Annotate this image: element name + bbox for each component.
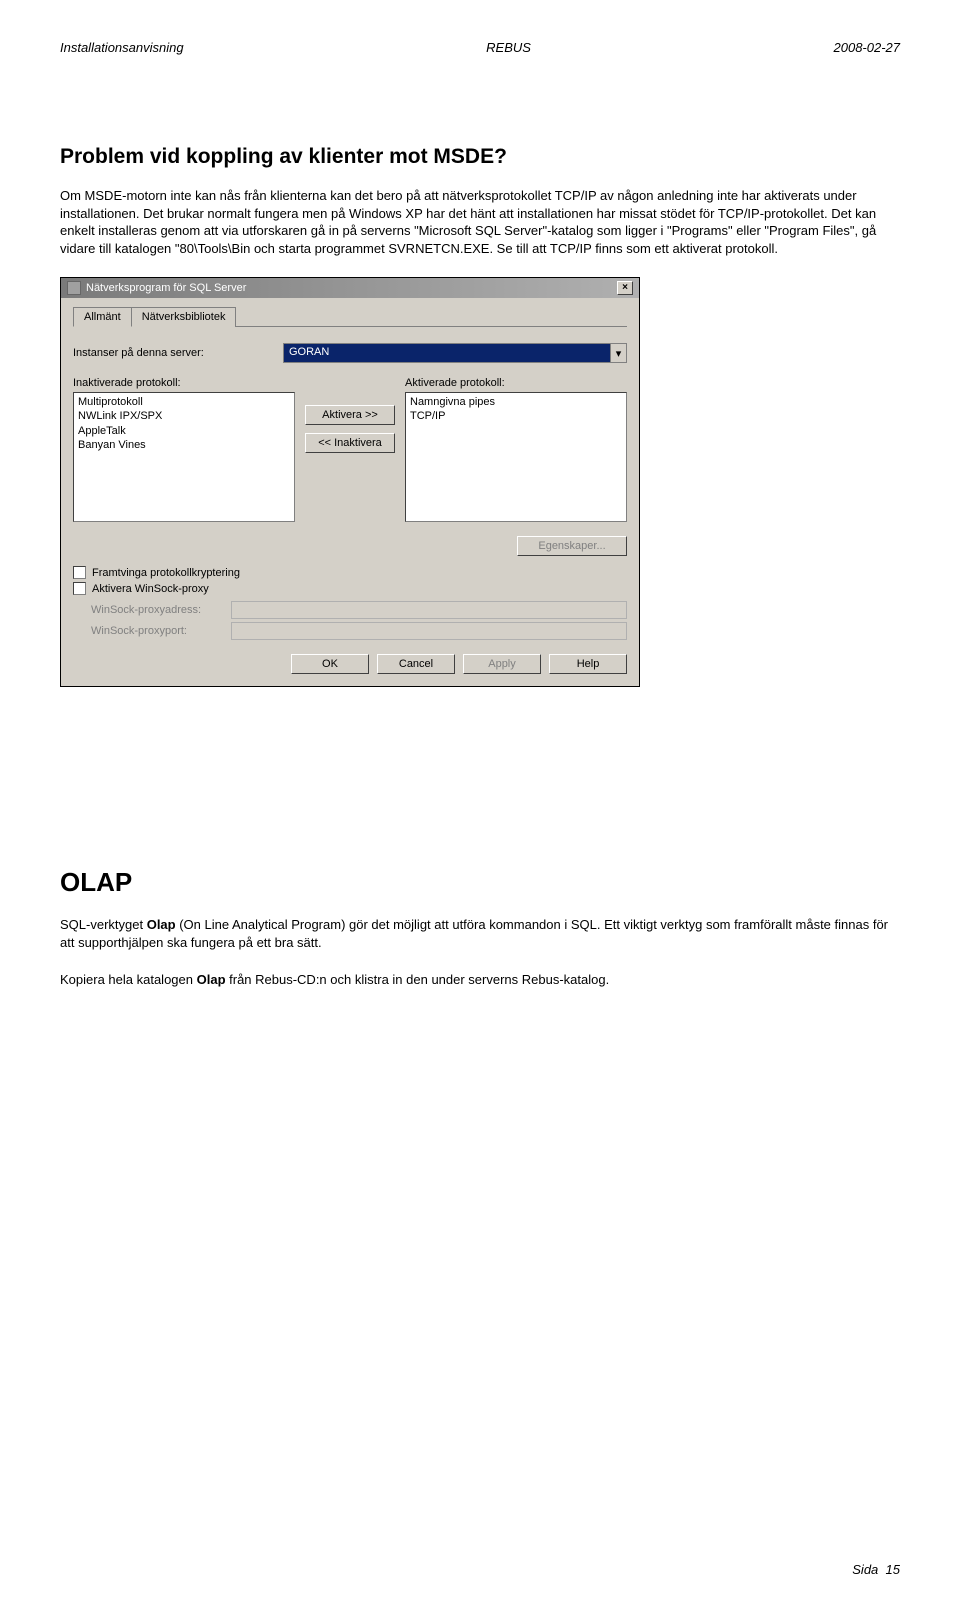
disabled-listbox[interactable]: Multiprotokoll NWLink IPX/SPX AppleTalk … (73, 392, 295, 522)
list-item[interactable]: NWLink IPX/SPX (78, 409, 290, 423)
winsock-proxy-checkbox[interactable] (73, 582, 86, 595)
ok-button[interactable]: OK (291, 654, 369, 674)
winsock-proxy-label: Aktivera WinSock-proxy (92, 583, 209, 595)
proxy-port-input (231, 622, 627, 640)
chevron-down-icon[interactable]: ▾ (610, 344, 626, 362)
page-footer: Sida 15 (852, 1562, 900, 1577)
instance-value: GORAN (284, 344, 610, 362)
enabled-label: Aktiverade protokoll: (405, 377, 627, 389)
enabled-listbox[interactable]: Namngivna pipes TCP/IP (405, 392, 627, 522)
disabled-label: Inaktiverade protokoll: (73, 377, 295, 389)
dialog-title: Nätverksprogram för SQL Server (86, 282, 246, 294)
help-button[interactable]: Help (549, 654, 627, 674)
header-right: 2008-02-27 (834, 40, 901, 55)
instance-dropdown[interactable]: GORAN ▾ (283, 343, 627, 363)
tab-general[interactable]: Allmänt (73, 307, 132, 327)
list-item[interactable]: TCP/IP (410, 409, 622, 423)
tabstrip: Allmänt Nätverksbibliotek (73, 306, 627, 327)
cancel-button[interactable]: Cancel (377, 654, 455, 674)
header-left: Installationsanvisning (60, 40, 184, 55)
properties-button[interactable]: Egenskaper... (517, 536, 627, 556)
proxy-address-label: WinSock-proxyadress: (91, 604, 231, 616)
list-item[interactable]: AppleTalk (78, 424, 290, 438)
activate-button[interactable]: Aktivera >> (305, 405, 395, 425)
header-center: REBUS (486, 40, 531, 55)
list-item[interactable]: Namngivna pipes (410, 395, 622, 409)
section2-body1: SQL-verktyget Olap (On Line Analytical P… (60, 916, 900, 951)
force-encryption-checkbox[interactable] (73, 566, 86, 579)
page-header: Installationsanvisning REBUS 2008-02-27 (60, 40, 900, 55)
tab-library[interactable]: Nätverksbibliotek (131, 307, 237, 327)
proxy-port-label: WinSock-proxyport: (91, 625, 231, 637)
force-encryption-label: Framtvinga protokollkryptering (92, 567, 240, 579)
list-item[interactable]: Multiprotokoll (78, 395, 290, 409)
sql-network-dialog: Nätverksprogram för SQL Server × Allmänt… (60, 277, 640, 687)
section1-body: Om MSDE-motorn inte kan nås från kliente… (60, 187, 900, 257)
dialog-titlebar: Nätverksprogram för SQL Server × (61, 278, 639, 298)
app-icon (67, 281, 81, 295)
list-item[interactable]: Banyan Vines (78, 438, 290, 452)
apply-button[interactable]: Apply (463, 654, 541, 674)
section2-title: OLAP (60, 867, 900, 898)
instance-label: Instanser på denna server: (73, 347, 283, 359)
close-button[interactable]: × (617, 281, 633, 295)
proxy-address-input (231, 601, 627, 619)
section2-body2: Kopiera hela katalogen Olap från Rebus-C… (60, 971, 900, 989)
deactivate-button[interactable]: << Inaktivera (305, 433, 395, 453)
section1-title: Problem vid koppling av klienter mot MSD… (60, 145, 900, 169)
